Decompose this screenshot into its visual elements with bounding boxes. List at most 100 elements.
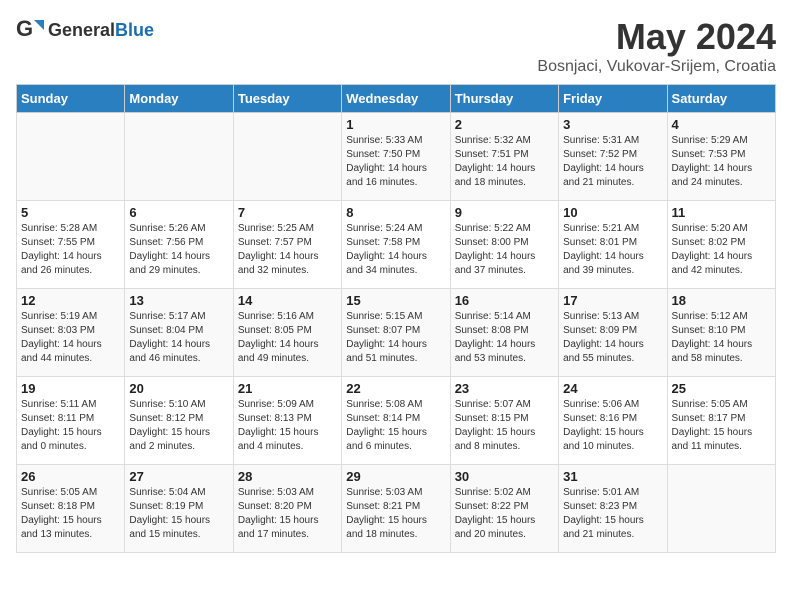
day-cell: 24Sunrise: 5:06 AM Sunset: 8:16 PM Dayli…	[559, 377, 667, 465]
day-cell: 11Sunrise: 5:20 AM Sunset: 8:02 PM Dayli…	[667, 201, 775, 289]
day-cell: 2Sunrise: 5:32 AM Sunset: 7:51 PM Daylig…	[450, 113, 558, 201]
day-info: Sunrise: 5:16 AM Sunset: 8:05 PM Dayligh…	[238, 310, 337, 366]
day-info: Sunrise: 5:25 AM Sunset: 7:57 PM Dayligh…	[238, 222, 337, 278]
day-header-tuesday: Tuesday	[233, 85, 341, 113]
day-cell: 3Sunrise: 5:31 AM Sunset: 7:52 PM Daylig…	[559, 113, 667, 201]
day-info: Sunrise: 5:02 AM Sunset: 8:22 PM Dayligh…	[455, 486, 554, 542]
day-cell: 7 Sunrise: 5:25 AM Sunset: 7:57 PM Daylig…	[233, 201, 341, 289]
day-info: Sunrise: 5:12 AM Sunset: 8:10 PM Dayligh…	[672, 310, 771, 366]
day-info: Sunrise: 5:24 AM Sunset: 7:58 PM Dayligh…	[346, 222, 445, 278]
day-info: Sunrise: 5:04 AM Sunset: 8:19 PM Dayligh…	[129, 486, 228, 542]
day-info: Sunrise: 5:10 AM Sunset: 8:12 PM Dayligh…	[129, 398, 228, 454]
day-cell	[125, 113, 233, 201]
week-row-1: 1Sunrise: 5:33 AM Sunset: 7:50 PM Daylig…	[17, 113, 776, 201]
day-info: Sunrise: 5:31 AM Sunset: 7:52 PM Dayligh…	[563, 134, 662, 190]
day-info: Sunrise: 5:07 AM Sunset: 8:15 PM Dayligh…	[455, 398, 554, 454]
day-info: Sunrise: 5:29 AM Sunset: 7:53 PM Dayligh…	[672, 134, 771, 190]
day-number: 27	[129, 469, 228, 484]
day-info: Sunrise: 5:26 AM Sunset: 7:56 PM Dayligh…	[129, 222, 228, 278]
day-cell: 17 Sunrise: 5:13 AM Sunset: 8:09 PM Dayli…	[559, 289, 667, 377]
day-info: Sunrise: 5:13 AM Sunset: 8:09 PM Dayligh…	[563, 310, 662, 366]
day-number: 6	[129, 205, 228, 220]
day-cell: 15Sunrise: 5:15 AM Sunset: 8:07 PM Dayli…	[342, 289, 450, 377]
day-info: Sunrise: 5:17 AM Sunset: 8:04 PM Dayligh…	[129, 310, 228, 366]
day-cell	[17, 113, 125, 201]
day-number: 1	[346, 117, 445, 132]
day-cell	[667, 465, 775, 553]
logo-general-text: General	[48, 20, 115, 40]
day-cell: 6 Sunrise: 5:26 AM Sunset: 7:56 PM Daylig…	[125, 201, 233, 289]
day-number: 9	[455, 205, 554, 220]
day-info: Sunrise: 5:22 AM Sunset: 8:00 PM Dayligh…	[455, 222, 554, 278]
day-number: 13	[129, 293, 228, 308]
day-cell: 10 Sunrise: 5:21 AM Sunset: 8:01 PM Dayli…	[559, 201, 667, 289]
day-cell: 4 Sunrise: 5:29 AM Sunset: 7:53 PM Daylig…	[667, 113, 775, 201]
week-row-5: 26 Sunrise: 5:05 AM Sunset: 8:18 PM Dayli…	[17, 465, 776, 553]
day-cell	[233, 113, 341, 201]
day-number: 30	[455, 469, 554, 484]
day-number: 14	[238, 293, 337, 308]
day-number: 18	[672, 293, 771, 308]
day-header-wednesday: Wednesday	[342, 85, 450, 113]
day-cell: 20 Sunrise: 5:10 AM Sunset: 8:12 PM Dayli…	[125, 377, 233, 465]
day-number: 5	[21, 205, 120, 220]
day-number: 29	[346, 469, 445, 484]
day-info: Sunrise: 5:21 AM Sunset: 8:01 PM Dayligh…	[563, 222, 662, 278]
day-cell: 29 Sunrise: 5:03 AM Sunset: 8:21 PM Dayli…	[342, 465, 450, 553]
calendar-subtitle: Bosnjaci, Vukovar-Srijem, Croatia	[537, 58, 776, 76]
day-info: Sunrise: 5:32 AM Sunset: 7:51 PM Dayligh…	[455, 134, 554, 190]
day-cell: 30 Sunrise: 5:02 AM Sunset: 8:22 PM Dayli…	[450, 465, 558, 553]
day-info: Sunrise: 5:28 AM Sunset: 7:55 PM Dayligh…	[21, 222, 120, 278]
day-cell: 25Sunrise: 5:05 AM Sunset: 8:17 PM Dayli…	[667, 377, 775, 465]
week-row-4: 19 Sunrise: 5:11 AM Sunset: 8:11 PM Dayli…	[17, 377, 776, 465]
day-number: 28	[238, 469, 337, 484]
day-number: 4	[672, 117, 771, 132]
day-number: 7	[238, 205, 337, 220]
day-cell: 13 Sunrise: 5:17 AM Sunset: 8:04 PM Dayli…	[125, 289, 233, 377]
day-cell: 12 Sunrise: 5:19 AM Sunset: 8:03 PM Dayli…	[17, 289, 125, 377]
day-header-saturday: Saturday	[667, 85, 775, 113]
day-cell: 27 Sunrise: 5:04 AM Sunset: 8:19 PM Dayli…	[125, 465, 233, 553]
day-number: 15	[346, 293, 445, 308]
logo: G GeneralBlue	[16, 16, 154, 44]
day-number: 24	[563, 381, 662, 396]
day-info: Sunrise: 5:19 AM Sunset: 8:03 PM Dayligh…	[21, 310, 120, 366]
day-header-monday: Monday	[125, 85, 233, 113]
day-cell: 9 Sunrise: 5:22 AM Sunset: 8:00 PM Daylig…	[450, 201, 558, 289]
day-number: 16	[455, 293, 554, 308]
days-header-row: SundayMondayTuesdayWednesdayThursdayFrid…	[17, 85, 776, 113]
day-info: Sunrise: 5:08 AM Sunset: 8:14 PM Dayligh…	[346, 398, 445, 454]
calendar-table: SundayMondayTuesdayWednesdayThursdayFrid…	[16, 84, 776, 553]
day-cell: 16Sunrise: 5:14 AM Sunset: 8:08 PM Dayli…	[450, 289, 558, 377]
day-cell: 23Sunrise: 5:07 AM Sunset: 8:15 PM Dayli…	[450, 377, 558, 465]
logo-icon: G	[16, 16, 44, 44]
day-cell: 5 Sunrise: 5:28 AM Sunset: 7:55 PM Daylig…	[17, 201, 125, 289]
day-info: Sunrise: 5:11 AM Sunset: 8:11 PM Dayligh…	[21, 398, 120, 454]
week-row-2: 5 Sunrise: 5:28 AM Sunset: 7:55 PM Daylig…	[17, 201, 776, 289]
day-cell: 1Sunrise: 5:33 AM Sunset: 7:50 PM Daylig…	[342, 113, 450, 201]
day-info: Sunrise: 5:05 AM Sunset: 8:18 PM Dayligh…	[21, 486, 120, 542]
day-number: 10	[563, 205, 662, 220]
day-number: 12	[21, 293, 120, 308]
day-number: 20	[129, 381, 228, 396]
day-number: 17	[563, 293, 662, 308]
day-number: 19	[21, 381, 120, 396]
day-cell: 28 Sunrise: 5:03 AM Sunset: 8:20 PM Dayli…	[233, 465, 341, 553]
logo-blue-text: Blue	[115, 20, 154, 40]
day-info: Sunrise: 5:03 AM Sunset: 8:21 PM Dayligh…	[346, 486, 445, 542]
day-number: 21	[238, 381, 337, 396]
day-cell: 19 Sunrise: 5:11 AM Sunset: 8:11 PM Dayli…	[17, 377, 125, 465]
day-number: 26	[21, 469, 120, 484]
day-info: Sunrise: 5:03 AM Sunset: 8:20 PM Dayligh…	[238, 486, 337, 542]
day-header-friday: Friday	[559, 85, 667, 113]
day-number: 8	[346, 205, 445, 220]
day-cell: 22Sunrise: 5:08 AM Sunset: 8:14 PM Dayli…	[342, 377, 450, 465]
day-number: 31	[563, 469, 662, 484]
calendar-header: G GeneralBlue May 2024 Bosnjaci, Vukovar…	[16, 16, 776, 76]
day-cell: 18 Sunrise: 5:12 AM Sunset: 8:10 PM Dayli…	[667, 289, 775, 377]
day-info: Sunrise: 5:09 AM Sunset: 8:13 PM Dayligh…	[238, 398, 337, 454]
day-info: Sunrise: 5:05 AM Sunset: 8:17 PM Dayligh…	[672, 398, 771, 454]
day-header-thursday: Thursday	[450, 85, 558, 113]
day-info: Sunrise: 5:01 AM Sunset: 8:23 PM Dayligh…	[563, 486, 662, 542]
calendar-title: May 2024	[537, 16, 776, 58]
